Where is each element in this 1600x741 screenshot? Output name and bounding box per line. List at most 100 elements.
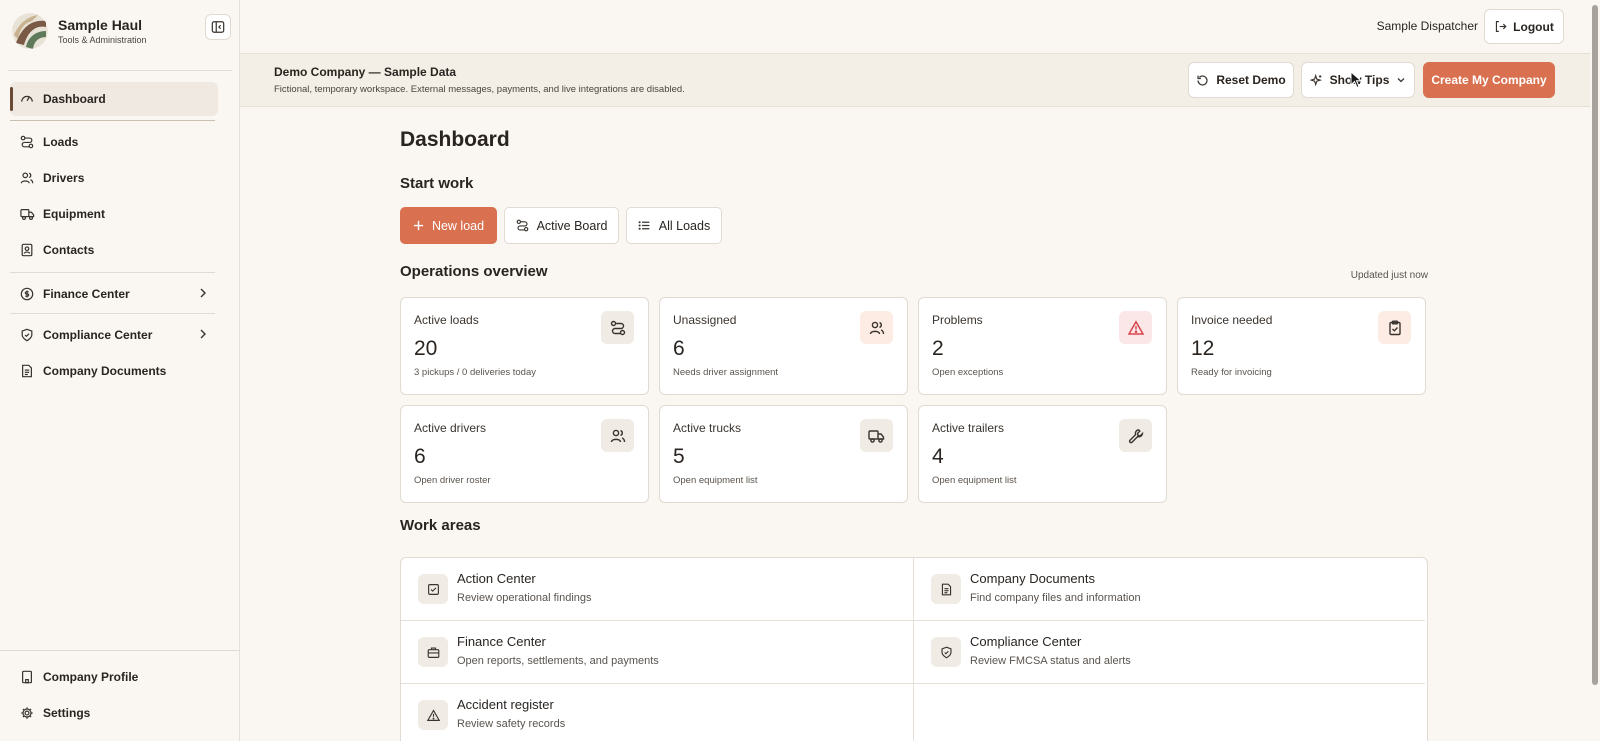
banner-title: Demo Company — Sample Data [274, 65, 457, 79]
banner-subtitle: Fictional, temporary workspace. External… [274, 84, 685, 95]
mouse-pointer-icon [1350, 71, 1363, 89]
card-label: Active trailers [932, 421, 1005, 435]
work-area-subtitle: Open reports, settlements, and payments [457, 655, 659, 667]
route-icon [516, 219, 528, 232]
work-area-subtitle: Review FMCSA status and alerts [970, 655, 1131, 667]
sidebar-item-settings[interactable]: Settings [10, 696, 218, 730]
warning-icon [418, 700, 448, 730]
sidebar-item-label: Company Documents [43, 364, 167, 378]
sidebar-item-loads[interactable]: Loads [10, 125, 218, 159]
brand-name: Sample Haul [58, 17, 143, 33]
page-scrollbar[interactable] [1590, 0, 1600, 741]
plus-icon [413, 220, 424, 231]
contact-book-icon [19, 242, 35, 258]
current-user-name: Sample Dispatcher [1376, 19, 1478, 33]
card-subtitle: Open equipment list [673, 475, 758, 486]
sidebar-item-contacts[interactable]: Contacts [10, 233, 218, 267]
sidebar-item-label: Compliance Center [43, 328, 153, 342]
work-areas-heading: Work areas [400, 517, 481, 534]
card-value: 4 [932, 445, 944, 468]
work-area-accident-register[interactable]: Accident register Review safety records [401, 684, 913, 741]
stat-card-active-trailers[interactable]: Active trailers 4 Open equipment list [918, 405, 1167, 503]
brand-logo [12, 13, 48, 49]
sidebar-toggle-icon [211, 21, 225, 33]
clipboard-check-icon [1378, 311, 1411, 344]
work-area-action-center[interactable]: Action Center Review operational finding… [401, 558, 913, 621]
sidebar-item-label: Dashboard [43, 92, 106, 106]
building-icon [19, 669, 35, 685]
sidebar-item-label: Loads [43, 135, 79, 149]
all-loads-label: All Loads [658, 218, 711, 233]
stat-card-active-loads[interactable]: Active loads 20 3 pickups / 0 deliveries… [400, 297, 649, 395]
chevron-right-icon [198, 287, 208, 299]
card-subtitle: 3 pickups / 0 deliveries today [414, 367, 536, 378]
work-area-compliance-center[interactable]: Compliance Center Review FMCSA status an… [913, 621, 1425, 684]
card-value: 20 [414, 337, 438, 360]
sidebar-divider [8, 70, 232, 71]
card-value: 5 [673, 445, 685, 468]
card-value: 6 [414, 445, 426, 468]
collapse-sidebar-button[interactable] [205, 14, 231, 40]
sidebar: Sample Haul Tools & Administration Dashb… [0, 0, 240, 741]
users-icon [601, 419, 634, 452]
work-area-title: Action Center [457, 571, 536, 586]
start-work-heading: Start work [400, 175, 474, 192]
list-icon [638, 221, 650, 230]
card-subtitle: Needs driver assignment [673, 367, 779, 378]
document-icon [931, 574, 961, 604]
work-area-title: Finance Center [457, 634, 546, 649]
route-icon [601, 311, 634, 344]
logout-icon [1496, 21, 1507, 32]
sidebar-divider [10, 272, 215, 273]
sidebar-item-label: Settings [43, 706, 91, 720]
sidebar-item-label: Contacts [43, 243, 95, 257]
dollar-circle-icon [19, 286, 35, 302]
sidebar-item-dashboard[interactable]: Dashboard [10, 82, 218, 116]
scrollbar-thumb[interactable] [1592, 5, 1598, 685]
stat-card-active-trucks[interactable]: Active trucks 5 Open equipment list [659, 405, 908, 503]
reset-demo-label: Reset Demo [1216, 73, 1286, 87]
sidebar-item-company-documents[interactable]: Company Documents [10, 354, 218, 388]
work-area-company-documents[interactable]: Company Documents Find company files and… [913, 558, 1425, 621]
truck-icon [19, 206, 35, 222]
stat-card-unassigned[interactable]: Unassigned 6 Needs driver assignment [659, 297, 908, 395]
sidebar-item-compliance-center[interactable]: Compliance Center [10, 318, 218, 352]
sidebar-divider [10, 313, 215, 314]
top-bar: Sample Dispatcher Logout [240, 0, 1590, 53]
all-loads-button[interactable]: All Loads [626, 207, 722, 244]
card-value: 6 [673, 337, 685, 360]
route-icon [19, 134, 35, 150]
new-load-button[interactable]: New load [400, 207, 497, 244]
document-icon [19, 363, 35, 379]
create-my-company-button[interactable]: Create My Company [1423, 62, 1555, 98]
sidebar-item-label: Company Profile [43, 670, 139, 684]
stat-card-invoice-needed[interactable]: Invoice needed 12 Ready for invoicing [1177, 297, 1426, 395]
work-area-empty [913, 684, 1425, 741]
logout-button[interactable]: Logout [1484, 9, 1564, 44]
sidebar-item-finance-center[interactable]: Finance Center [10, 277, 218, 311]
card-label: Active trucks [673, 421, 742, 435]
stat-card-problems[interactable]: Problems 2 Open exceptions [918, 297, 1167, 395]
active-board-label: Active Board [536, 218, 608, 233]
truck-icon [860, 419, 893, 452]
sidebar-item-label: Finance Center [43, 287, 130, 301]
card-label: Unassigned [673, 313, 737, 327]
logout-label: Logout [1513, 19, 1554, 34]
work-areas-grid: Action Center Review operational finding… [400, 557, 1428, 741]
stat-card-active-drivers[interactable]: Active drivers 6 Open driver roster [400, 405, 649, 503]
users-icon [860, 311, 893, 344]
reset-demo-button[interactable]: Reset Demo [1188, 62, 1294, 98]
sidebar-item-company-profile[interactable]: Company Profile [10, 660, 218, 694]
sidebar-item-equipment[interactable]: Equipment [10, 197, 218, 231]
warning-icon [1119, 311, 1152, 344]
work-area-finance-center[interactable]: Finance Center Open reports, settlements… [401, 621, 913, 684]
brand[interactable]: Sample Haul Tools & Administration [12, 13, 147, 49]
work-area-subtitle: Review operational findings [457, 592, 592, 604]
sidebar-item-drivers[interactable]: Drivers [10, 161, 218, 195]
chevron-right-icon [198, 328, 208, 340]
card-label: Active drivers [414, 421, 487, 435]
page-title: Dashboard [400, 128, 510, 151]
new-load-label: New load [431, 218, 485, 233]
card-label: Problems [932, 313, 983, 327]
active-board-button[interactable]: Active Board [504, 207, 619, 244]
